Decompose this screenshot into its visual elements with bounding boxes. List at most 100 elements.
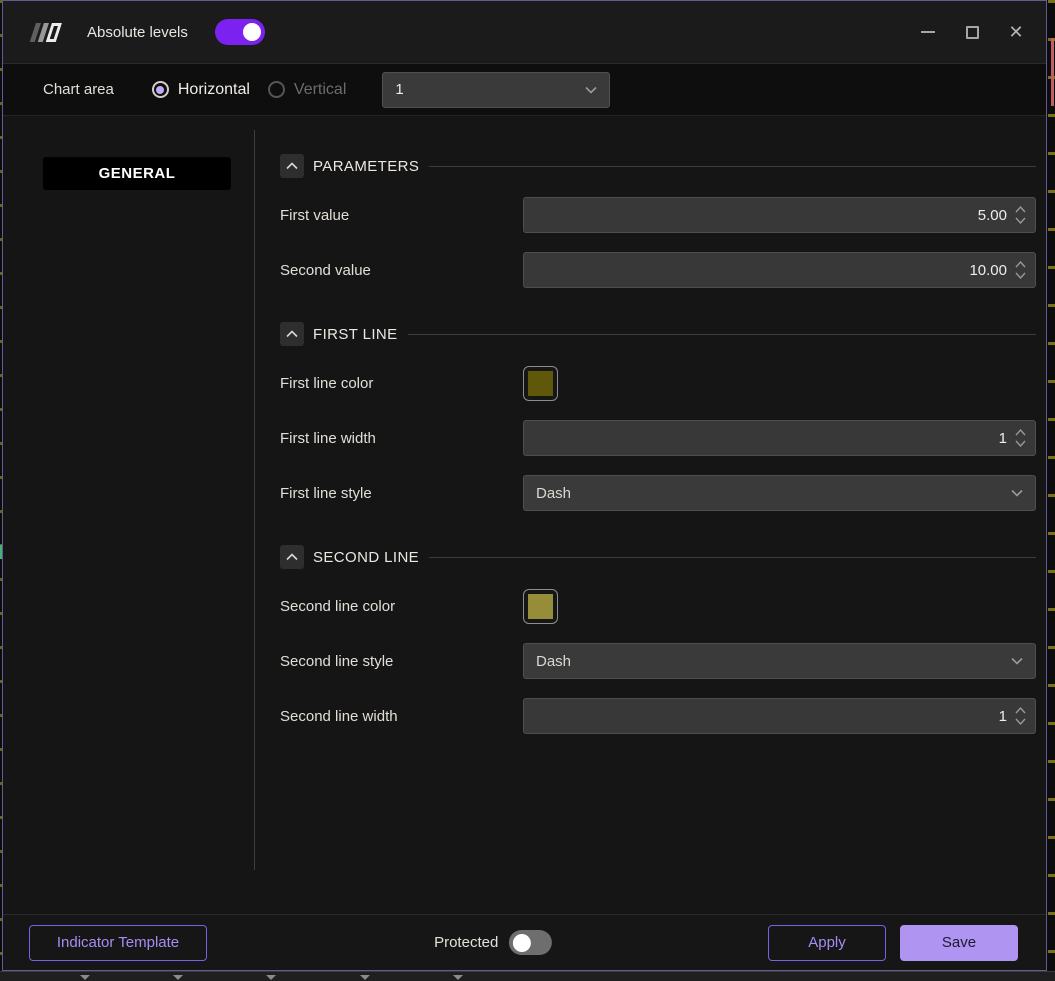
section-parameters: PARAMETERS First value 5.00 [280, 154, 1036, 288]
footer-actions: Apply Save [768, 925, 1018, 961]
background-chart-right-sliver [1048, 0, 1055, 981]
chevron-down-icon [585, 86, 597, 94]
field-label: Second line width [280, 708, 523, 725]
input-value: 5.00 [978, 207, 1007, 224]
second-line-style-select[interactable]: Dash [523, 643, 1036, 679]
indicator-template-button[interactable]: Indicator Template [29, 925, 207, 961]
first-line-style-select[interactable]: Dash [523, 475, 1036, 511]
collapse-button[interactable] [280, 322, 304, 346]
radio-icon[interactable] [152, 81, 169, 98]
settings-body: GENERAL PARAMETERS First value [3, 116, 1046, 914]
radio-label[interactable]: Horizontal [178, 81, 250, 99]
stepper-icon[interactable] [1014, 204, 1027, 226]
field-label: Second value [280, 262, 523, 279]
chart-area-toolbar: Chart area Horizontal Vertical 1 [3, 64, 1046, 116]
field-label: First line width [280, 430, 523, 447]
radio-vertical[interactable]: Vertical [268, 81, 346, 99]
stepper-icon[interactable] [1014, 705, 1027, 727]
second-value-row: Second value 10.00 [280, 252, 1036, 288]
second-line-color-row: Second line color [280, 588, 1036, 624]
settings-content: PARAMETERS First value 5.00 [255, 116, 1046, 914]
maximize-button[interactable] [954, 15, 990, 49]
select-value: Dash [536, 485, 571, 502]
chevron-down-icon [1011, 657, 1023, 665]
titlebar: Absolute levels ✕ [3, 1, 1046, 64]
section-rule [429, 166, 1036, 167]
field-label: Second line style [280, 653, 523, 670]
second-line-width-input[interactable]: 1 [523, 698, 1036, 734]
background-app-strip [0, 971, 1055, 981]
window-controls: ✕ [910, 15, 1034, 49]
stepper-icon[interactable] [1014, 427, 1027, 449]
minimize-button[interactable] [910, 15, 946, 49]
stepper-icon[interactable] [1014, 259, 1027, 281]
color-swatch-fill [528, 371, 553, 396]
radio-horizontal[interactable]: Horizontal [152, 81, 250, 99]
window-title: Absolute levels [87, 24, 188, 41]
radio-icon[interactable] [268, 81, 285, 98]
input-value: 1 [999, 708, 1007, 725]
chevron-down-icon [360, 975, 370, 980]
protected-toggle[interactable] [509, 930, 552, 955]
section-first-line: FIRST LINE First line color First line w… [280, 322, 1036, 511]
section-title: FIRST LINE [313, 326, 398, 343]
chevron-down-icon [1011, 489, 1023, 497]
first-line-width-row: First line width 1 [280, 420, 1036, 456]
collapse-button[interactable] [280, 154, 304, 178]
section-header: FIRST LINE [280, 322, 1036, 346]
sidebar-tab-general[interactable]: GENERAL [43, 157, 231, 190]
first-line-width-input[interactable]: 1 [523, 420, 1036, 456]
first-line-color-row: First line color [280, 365, 1036, 401]
field-label: First line color [280, 375, 523, 392]
chart-area-select[interactable]: 1 [382, 72, 610, 108]
input-value: 10.00 [969, 262, 1007, 279]
chevron-down-icon [80, 975, 90, 980]
section-rule [429, 557, 1036, 558]
second-line-style-row: Second line style Dash [280, 643, 1036, 679]
indicator-settings-window: Absolute levels ✕ Chart area [2, 0, 1047, 971]
toggle-knob [243, 23, 261, 41]
indicator-enabled-toggle[interactable] [215, 19, 265, 45]
first-value-row: First value 5.00 [280, 197, 1036, 233]
chart-area-select-value: 1 [395, 81, 403, 98]
first-line-color-swatch[interactable] [523, 366, 558, 401]
section-title: PARAMETERS [313, 158, 419, 175]
section-title: SECOND LINE [313, 549, 419, 566]
section-header: SECOND LINE [280, 545, 1036, 569]
minimize-icon [921, 31, 935, 33]
chevron-down-icon [173, 975, 183, 980]
background-red-tick [1051, 38, 1054, 106]
sidebar: GENERAL [3, 116, 255, 914]
first-value-input[interactable]: 5.00 [523, 197, 1036, 233]
second-line-color-swatch[interactable] [523, 589, 558, 624]
radio-label[interactable]: Vertical [294, 81, 346, 99]
protected-group: Protected [434, 930, 552, 955]
input-value: 1 [999, 430, 1007, 447]
section-header: PARAMETERS [280, 154, 1036, 178]
maximize-icon [966, 26, 979, 39]
second-value-input[interactable]: 10.00 [523, 252, 1036, 288]
close-button[interactable]: ✕ [998, 15, 1034, 49]
close-icon: ✕ [1008, 23, 1023, 41]
select-value: Dash [536, 653, 571, 670]
protected-label: Protected [434, 934, 498, 951]
collapse-button[interactable] [280, 545, 304, 569]
chevron-down-icon [453, 975, 463, 980]
indicator-logo-icon [30, 22, 62, 42]
field-label: First value [280, 207, 523, 224]
color-swatch-fill [528, 594, 553, 619]
first-line-style-row: First line style Dash [280, 475, 1036, 511]
chart-area-label: Chart area [43, 81, 114, 98]
field-label: First line style [280, 485, 523, 502]
section-rule [408, 334, 1036, 335]
toggle-knob [513, 934, 531, 952]
footer: Indicator Template Protected Apply Save [3, 914, 1046, 970]
sidebar-divider [254, 130, 255, 870]
chevron-down-icon [266, 975, 276, 980]
orientation-radio-group: Horizontal Vertical [152, 81, 347, 99]
screen: Absolute levels ✕ Chart area [0, 0, 1055, 981]
apply-button[interactable]: Apply [768, 925, 886, 961]
section-second-line: SECOND LINE Second line color Second lin… [280, 545, 1036, 734]
save-button[interactable]: Save [900, 925, 1018, 961]
field-label: Second line color [280, 598, 523, 615]
